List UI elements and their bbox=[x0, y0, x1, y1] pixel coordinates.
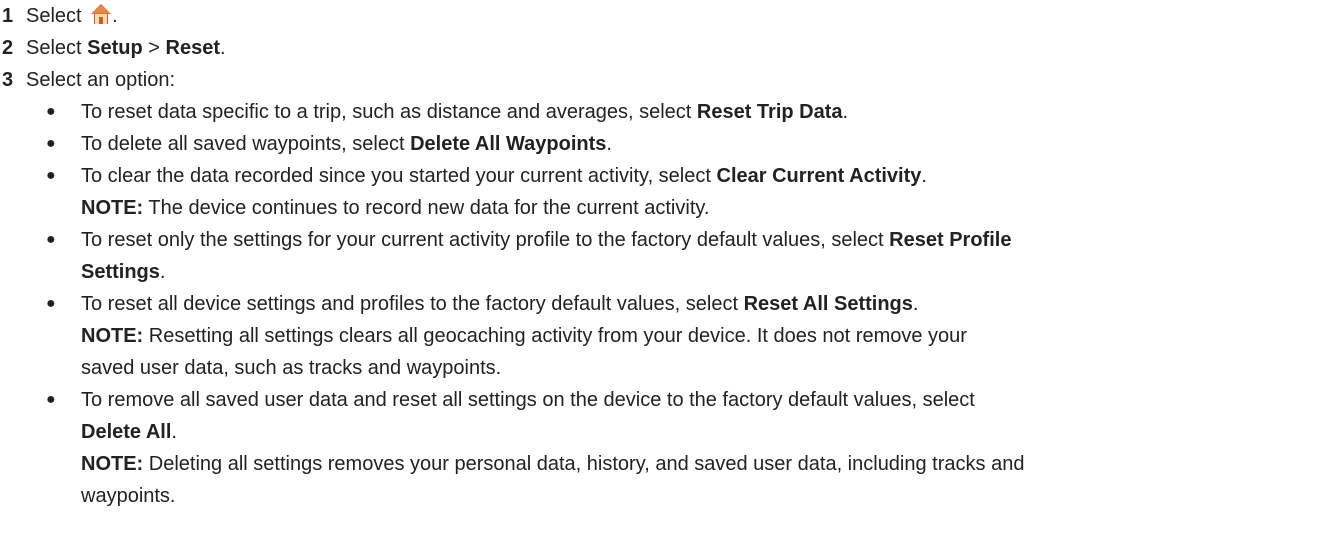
note: NOTE: Resetting all settings clears all … bbox=[81, 325, 967, 347]
step-text: Select bbox=[26, 37, 82, 59]
step-number: 2 bbox=[2, 37, 14, 59]
note-label: NOTE: bbox=[81, 453, 144, 475]
bullet-icon: ● bbox=[46, 231, 56, 248]
option-reset-trip-data: Reset Trip Data bbox=[696, 101, 843, 123]
menu-separator: > bbox=[148, 37, 160, 59]
option-delete-all-waypoints: Delete All Waypoints bbox=[410, 133, 607, 155]
menu-reset: Reset bbox=[165, 37, 221, 59]
step-text: Select bbox=[26, 5, 82, 27]
bullet-icon: ● bbox=[46, 295, 56, 312]
step-number: 1 bbox=[2, 5, 14, 27]
bullet-icon: ● bbox=[46, 167, 56, 184]
option-delete-all: Delete All bbox=[81, 421, 172, 443]
menu-setup: Setup bbox=[87, 37, 143, 59]
note-label: NOTE: bbox=[81, 325, 144, 347]
step-text: Select an option: bbox=[26, 69, 175, 91]
note: NOTE: The device continues to record new… bbox=[81, 197, 710, 219]
option-reset-profile-settings: Reset Profile bbox=[889, 229, 1012, 251]
option-clear-current-activity: Clear Current Activity bbox=[716, 165, 922, 187]
home-icon bbox=[91, 4, 112, 24]
option-reset-all-settings: Reset All Settings bbox=[743, 293, 913, 315]
note-label: NOTE: bbox=[81, 197, 144, 219]
note: NOTE: Deleting all settings removes your… bbox=[81, 453, 1025, 475]
bullet-icon: ● bbox=[46, 135, 56, 152]
step-number: 3 bbox=[2, 69, 14, 91]
bullet-icon: ● bbox=[46, 391, 56, 408]
bullet-icon: ● bbox=[46, 103, 56, 120]
